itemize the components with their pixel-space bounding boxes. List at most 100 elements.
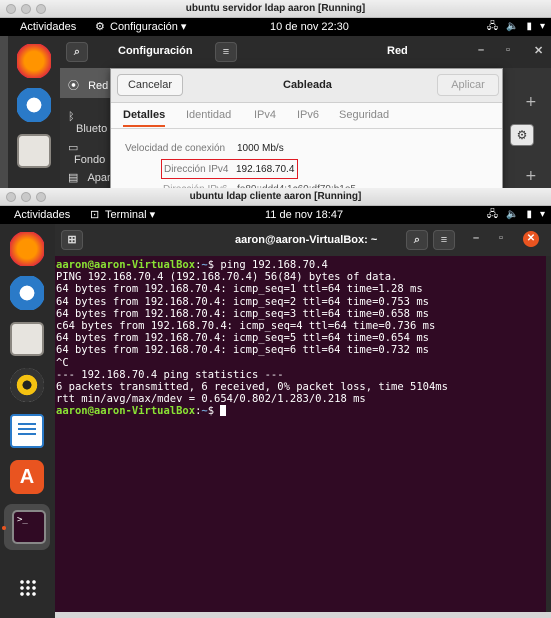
prompt-user: aaron@aaron-VirtualBox <box>56 259 196 271</box>
activities-button[interactable]: Actividades <box>20 18 76 36</box>
maximize-icon[interactable]: ▫ <box>499 232 503 244</box>
client-vm-window: ubuntu ldap cliente aaron [Running] Acti… <box>0 188 551 618</box>
row-label: Velocidad de conexión <box>125 143 226 154</box>
window-traffic-lights <box>6 192 46 202</box>
row-label: Dirección IPv4 <box>164 164 229 175</box>
add-vpn-icon[interactable]: + <box>525 168 537 184</box>
output-line: rtt min/avg/max/mdev = 0.654/0.802/1.283… <box>56 393 366 406</box>
terminal-body[interactable]: aaron@aaron-VirtualBox:~$ ping 192.168.7… <box>55 256 546 612</box>
output-line: 64 bytes from 192.168.70.4: icmp_seq=3 t… <box>56 307 429 320</box>
volume-icon: 🔈 <box>506 209 519 220</box>
output-line: 64 bytes from 192.168.70.4: icmp_seq=5 t… <box>56 332 429 345</box>
sidebar-item-red[interactable]: ⦿ Red <box>60 68 112 98</box>
firefox-icon[interactable] <box>17 44 51 78</box>
vm-statusbar <box>55 612 551 618</box>
writer-icon[interactable] <box>10 414 44 448</box>
rhythmbox-icon[interactable] <box>10 368 44 402</box>
hamburger-menu-icon[interactable]: ≡ <box>215 42 237 62</box>
firefox-icon[interactable] <box>10 232 44 266</box>
window-traffic-lights <box>6 4 46 14</box>
wifi-icon: ⦿ <box>68 80 79 92</box>
bluetooth-icon: ᛒ <box>68 111 75 123</box>
maximize-icon[interactable]: ▫ <box>506 44 510 56</box>
row-value: 192.168.70.4 <box>236 164 295 175</box>
zoom-window-icon[interactable] <box>36 4 46 14</box>
settings-title: Configuración <box>118 45 193 57</box>
network-icon: 🖧 <box>486 209 498 220</box>
output-line: --- 192.168.70.4 ping statistics --- <box>56 368 284 381</box>
zoom-window-icon[interactable] <box>36 192 46 202</box>
system-tray[interactable]: 🖧 🔈 ▮ ▾ <box>487 206 545 224</box>
server-vm-title: ubuntu servidor ldap aaron [Running] <box>185 3 366 14</box>
dialog-tabs: Detalles Identidad IPv4 IPv6 Seguridad <box>111 103 502 129</box>
row-value: 1000 Mb/s <box>237 143 284 154</box>
hamburger-menu-icon[interactable]: ≡ <box>433 230 455 250</box>
client-topbar: Actividades ⊡ Terminal ▾ 11 de nov 18:47… <box>0 206 551 224</box>
minimize-window-icon[interactable] <box>21 192 31 202</box>
server-vm-titlebar: ubuntu servidor ldap aaron [Running] <box>0 0 551 18</box>
sidebar-item-fondo[interactable]: ▭ Fondo <box>60 134 112 166</box>
output-line: ^C <box>56 356 69 369</box>
show-applications-icon[interactable] <box>19 579 37 597</box>
add-connection-icon[interactable]: + <box>525 94 537 110</box>
command-text: ping 192.168.70.4 <box>220 259 328 271</box>
command-line: aaron@aaron-VirtualBox:~$ ping 192.168.7… <box>56 259 546 271</box>
dialog-title: Cableada <box>283 79 332 91</box>
close-window-icon[interactable] <box>6 192 16 202</box>
scrollbar[interactable] <box>546 256 551 612</box>
clock[interactable]: 10 de nov 22:30 <box>270 18 349 36</box>
client-vm-title: ubuntu ldap cliente aaron [Running] <box>189 191 362 202</box>
prompt-symbol: $ <box>207 405 221 418</box>
output-line: 64 bytes from 192.168.70.4: icmp_seq=1 t… <box>56 283 423 296</box>
output-line: 6 packets transmitted, 6 received, 0% pa… <box>56 380 448 393</box>
thunderbird-icon[interactable] <box>17 88 51 122</box>
thunderbird-icon[interactable] <box>10 276 44 310</box>
minimize-icon[interactable]: – <box>478 44 484 56</box>
tab-ipv4[interactable]: IPv4 <box>254 109 276 121</box>
files-icon[interactable] <box>17 134 51 168</box>
close-window-icon[interactable] <box>6 4 16 14</box>
dialog-header: Cancelar Cableada Aplicar <box>111 69 502 103</box>
settings-sidebar: ⦿ Red ᛒ Blueto ▭ Fondo ▤ Apar <box>60 68 112 198</box>
minimize-window-icon[interactable] <box>21 4 31 14</box>
chevron-down-icon: ▾ <box>539 21 545 32</box>
wired-connection-dialog: Cancelar Cableada Aplicar Detalles Ident… <box>110 68 503 193</box>
app-menu[interactable]: Configuración ▾ <box>110 18 186 36</box>
activities-button[interactable]: Actividades <box>14 206 70 224</box>
app-menu[interactable]: Terminal ▾ <box>105 206 155 224</box>
terminal-icon[interactable]: >_ <box>12 510 46 544</box>
search-icon[interactable]: ⌕ <box>66 42 88 62</box>
tab-identidad[interactable]: Identidad <box>186 109 231 121</box>
running-indicator <box>2 526 6 530</box>
monitor-icon: ▭ <box>68 142 79 154</box>
apply-button[interactable]: Aplicar <box>437 74 499 96</box>
battery-icon: ▮ <box>526 21 532 32</box>
close-icon[interactable]: ✕ <box>523 231 539 247</box>
client-vm-titlebar: ubuntu ldap cliente aaron [Running] <box>0 188 551 206</box>
output-line: c64 bytes from 192.168.70.4: icmp_seq=4 … <box>56 319 436 332</box>
close-icon[interactable]: ✕ <box>534 44 543 57</box>
output-line: PING 192.168.70.4 (192.168.70.4) 56(84) … <box>56 271 398 284</box>
clock[interactable]: 11 de nov 18:47 <box>265 206 343 224</box>
gear-icon[interactable]: ⚙ <box>95 18 105 36</box>
terminal-small-icon: ⊡ <box>90 209 100 221</box>
files-icon[interactable] <box>10 322 44 356</box>
system-tray[interactable]: 🖧 🔈 ▮ ▾ <box>487 18 545 36</box>
search-icon[interactable]: ⌕ <box>406 230 428 250</box>
cancel-button[interactable]: Cancelar <box>117 74 183 96</box>
network-icon: 🖧 <box>486 21 498 32</box>
terminal-title: aaron@aaron-VirtualBox: ~ <box>235 234 378 246</box>
tab-ipv6[interactable]: IPv6 <box>297 109 319 121</box>
chevron-down-icon: ▾ <box>539 209 545 220</box>
minimize-icon[interactable]: – <box>473 232 479 244</box>
software-center-icon[interactable]: A <box>10 460 44 494</box>
settings-headerbar: ⌕ Configuración ≡ Red – ▫ ✕ <box>60 36 551 68</box>
prompt-symbol: $ <box>207 259 221 271</box>
tab-seguridad[interactable]: Seguridad <box>339 109 389 121</box>
client-dock: A >_ <box>0 224 55 618</box>
sidebar-item-bluetooth[interactable]: ᛒ Blueto <box>60 104 112 135</box>
tab-detalles[interactable]: Detalles <box>123 109 166 127</box>
gear-settings-button[interactable]: ⚙ <box>510 124 534 146</box>
new-tab-icon[interactable]: ⊞ <box>61 230 83 250</box>
text-cursor <box>220 405 227 417</box>
